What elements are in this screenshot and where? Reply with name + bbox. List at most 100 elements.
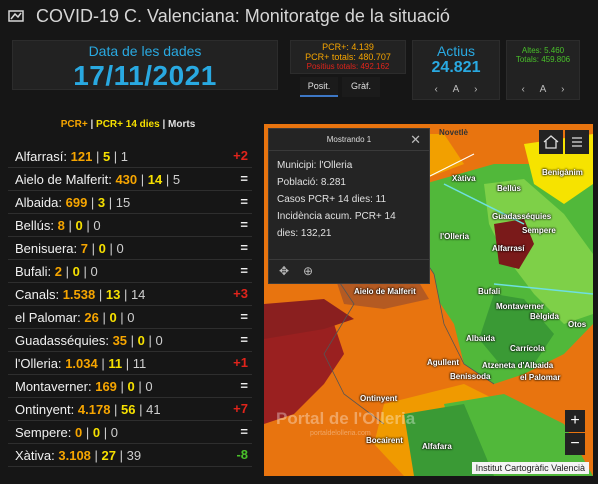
row-text: Bellús: 8 | 0 | 0 [15,218,101,233]
separator: | [110,402,122,417]
list-header: PCR+ | PCR+ 14 dies | Morts [4,119,252,130]
rows-container: Alfarrasí: 121 | 5 | 1 +2 Aielo de Malferi… [8,145,252,467]
separator: | [97,356,109,371]
trend-badge: = [240,424,248,439]
list-item[interactable]: Guadasséquies: 35 | 0 | 0 = [8,329,252,352]
prev-arrow-icon[interactable]: ‹ [522,84,525,95]
row-text: Xàtiva: 3.108 | 27 | 39 [15,448,141,463]
row-text: Canals: 1.538 | 13 | 14 [15,287,145,302]
municipality-name: Aielo de Malferit: [15,172,112,187]
list-item[interactable]: Bufali: 2 | 0 | 0 = [8,260,252,283]
legend-button[interactable] [565,130,589,154]
morts-value: 15 [115,195,131,210]
morts-value: 0 [145,379,153,394]
trend-badge: = [240,263,248,278]
separator: | [90,448,102,463]
separator: | [120,287,131,302]
municipality-name: Montaverner: [15,379,92,394]
map-label: l'Olleria [440,232,470,241]
altes-total: Totals: 459.806 [515,55,571,64]
header-pcr14: PCR+ 14 dies [96,119,160,130]
list-item[interactable]: Canals: 1.538 | 13 | 14 +3 [8,283,252,306]
separator: | [127,333,138,348]
prev-arrow-icon[interactable]: ‹ [435,84,438,95]
row-text: Sempere: 0 | 0 | 0 [15,425,118,440]
list-item[interactable]: Ontinyent: 4.178 | 56 | 41 +7 [8,398,252,421]
header-pcr: PCR+ [60,119,88,130]
row-text: Montaverner: 169 | 0 | 0 [15,379,153,394]
municipality-name: el Palomar: [15,310,81,325]
tab-posit[interactable]: Posit. [300,77,338,97]
app-title: COVID-19 C. Valenciana: Monitoratge de l… [36,6,450,26]
pcr14-value: 0 [72,264,80,279]
list-item[interactable]: Montaverner: 169 | 0 | 0 = [8,375,252,398]
separator: | [62,264,73,279]
morts-value: 0 [90,264,98,279]
list-item[interactable]: Xàtiva: 3.108 | 27 | 39 -8 [8,444,252,467]
separator: | [87,195,98,210]
separator: | [134,379,146,394]
tab-graf[interactable]: Gràf. [342,77,380,97]
feature-popup: Mostrando 1 ✕ Municipi: l'Olleria Poblac… [268,128,430,284]
municipality-name: Albaida: [15,195,62,210]
list-item[interactable]: el Palomar: 26 | 0 | 0 = [8,306,252,329]
morts-value: 41 [146,402,161,417]
morts-value: 5 [172,172,181,187]
pcr14-value: 11 [108,356,123,371]
altes-daily: Altes: 5.460 [521,46,565,55]
row-text: Bufali: 2 | 0 | 0 [15,264,98,279]
home-button[interactable] [539,130,563,154]
trend-badge: = [240,332,248,347]
list-item[interactable]: Bellús: 8 | 0 | 0 = [8,214,252,237]
actius-pager: ‹ A › [413,84,499,95]
list-item[interactable]: Alfarrasí: 121 | 5 | 1 +2 [8,145,252,168]
separator: | [92,149,103,164]
separator: | [79,264,91,279]
trend-badge: = [240,240,248,255]
close-icon[interactable]: ✕ [410,129,421,151]
trend-badge: -8 [236,447,248,462]
list-item[interactable]: Aielo de Malferit: 430 | 14 | 5 = [8,168,252,191]
municipality-name: Bufali: [15,264,52,279]
morts-value: 11 [132,356,147,371]
list-item[interactable]: Benisuera: 7 | 0 | 0 = [8,237,252,260]
pcr14-value: 0 [127,379,135,394]
pcr-value: 169 [95,379,117,394]
morts-value: 0 [110,425,118,440]
zoom-to-icon[interactable]: ⊕ [303,264,313,278]
map-label: Montaverner [496,302,545,311]
actius-label: Actius [436,43,476,59]
morts-value: 0 [93,218,101,233]
map-label: Alfafara [422,442,452,451]
next-arrow-icon[interactable]: › [474,84,477,95]
zoom-out-button[interactable]: − [565,433,585,455]
pcr-card: PCR+: 4.139 PCR+ totals: 480.707 Positiu… [290,40,406,74]
pan-icon[interactable]: ✥ [279,264,289,278]
separator: | [95,287,106,302]
altes-card: Altes: 5.460 Totals: 459.806 ‹ A › [506,40,580,100]
map-label: Bèlgida [530,312,559,321]
morts-value: 14 [130,287,146,302]
pager-page: A [452,84,460,95]
date-value: 17/11/2021 [73,60,217,91]
map-label: Albaida [466,334,495,343]
watermark-sub: portaldelolleria.com [310,430,371,437]
list-item[interactable]: Sempere: 0 | 0 | 0 = [8,421,252,444]
pcr14-value: 0 [98,241,106,256]
list-item[interactable]: Albaida: 699 | 3 | 15 = [8,191,252,214]
map-label: Atzeneta d'Albaida [482,361,554,370]
separator: | [64,218,76,233]
pcr-value: 35 [112,333,128,348]
zoom-in-button[interactable]: + [565,410,585,432]
map-label: Novetlè [439,128,468,137]
map-label: el Palomar [520,373,561,382]
map-label: Bellús [497,184,522,193]
pcr-value: 4.178 [77,402,111,417]
popup-line: Municipi: l'Olleria [277,160,353,171]
list-item[interactable]: l'Olleria: 1.034 | 11 | 11 +1 [8,352,252,375]
pcr-value: 3.108 [58,448,91,463]
map-label: Ontinyent [360,394,398,403]
trend-badge: = [240,378,248,393]
pcr14-value: 0 [137,333,145,348]
next-arrow-icon[interactable]: › [561,84,564,95]
